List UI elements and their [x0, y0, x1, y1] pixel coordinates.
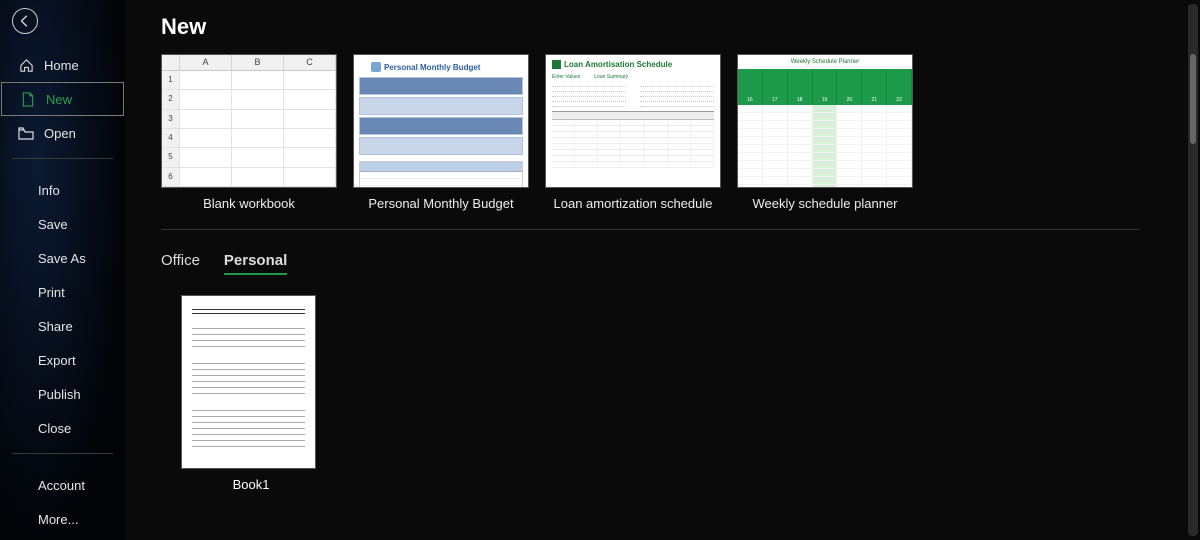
new-file-icon: [20, 92, 36, 107]
template-thumbnail: Weekly Schedule Planner 16 17 18 19 20 2…: [737, 54, 913, 188]
template-thumbnail: A B C 1 2 3 4 5 6: [161, 54, 337, 188]
folder-open-icon: [18, 127, 34, 140]
sidebar-item-label: Close: [38, 421, 71, 436]
page-title: New: [161, 14, 1140, 40]
sidebar-account-nav: Account More...: [0, 468, 125, 536]
template-gallery-row: A B C 1 2 3 4 5 6 Blank workbook: [161, 54, 1140, 230]
tab-personal[interactable]: Personal: [224, 252, 287, 275]
sidebar-item-account[interactable]: Account: [0, 468, 125, 502]
main-panel: New A B C 1 2 3 4 5: [125, 0, 1200, 540]
template-source-tabs: Office Personal: [161, 252, 1140, 275]
template-label: Personal Monthly Budget: [353, 196, 529, 211]
sidebar-item-publish[interactable]: Publish: [0, 377, 125, 411]
sidebar-divider: [12, 158, 113, 159]
template-thumbnail: Personal Monthly Budget: [353, 54, 529, 188]
template-label: Loan amortization schedule: [545, 196, 721, 211]
template-label: Weekly schedule planner: [737, 196, 913, 211]
template-thumbnail: Loan Amortisation Schedule Enter ValuesL…: [545, 54, 721, 188]
sidebar-item-label: Account: [38, 478, 85, 493]
sidebar-divider: [12, 453, 113, 454]
col-header: B: [232, 55, 284, 70]
sidebar-item-label: Info: [38, 183, 60, 198]
template-thumbnail: [181, 295, 316, 469]
sidebar-item-save-as[interactable]: Save As: [0, 241, 125, 275]
sidebar-item-label: New: [46, 92, 72, 107]
template-card-blank-workbook[interactable]: A B C 1 2 3 4 5 6 Blank workbook: [161, 54, 337, 211]
sidebar-item-label: Publish: [38, 387, 81, 402]
sidebar-file-actions: Info Save Save As Print Share Export Pub…: [0, 173, 125, 445]
sidebar-item-label: Save: [38, 217, 68, 232]
template-label: Book1: [181, 477, 321, 492]
vertical-scrollbar[interactable]: [1188, 4, 1198, 536]
template-card-personal-monthly-budget[interactable]: Personal Monthly Budget Personal Monthly…: [353, 54, 529, 211]
sidebar-item-share[interactable]: Share: [0, 309, 125, 343]
sidebar-item-new[interactable]: New: [1, 82, 124, 116]
template-label: Blank workbook: [161, 196, 337, 211]
sidebar-item-label: Share: [38, 319, 73, 334]
tab-office[interactable]: Office: [161, 252, 200, 275]
sidebar-item-open[interactable]: Open: [0, 116, 125, 150]
sidebar-item-home[interactable]: Home: [0, 48, 125, 82]
personal-template-row: Book1: [161, 295, 1140, 492]
back-button[interactable]: [12, 8, 38, 34]
col-header: C: [284, 55, 336, 70]
sidebar-item-more[interactable]: More...: [0, 502, 125, 536]
sidebar-item-info[interactable]: Info: [0, 173, 125, 207]
personal-template-card-book1[interactable]: Book1: [181, 295, 321, 492]
sidebar-item-close[interactable]: Close: [0, 411, 125, 445]
template-card-weekly-schedule-planner[interactable]: Weekly Schedule Planner 16 17 18 19 20 2…: [737, 54, 913, 211]
template-card-loan-amortization[interactable]: Loan Amortisation Schedule Enter ValuesL…: [545, 54, 721, 211]
sidebar-item-label: Print: [38, 285, 65, 300]
backstage-sidebar: Home New Open Info Save Save As Print Sh…: [0, 0, 125, 540]
col-header: A: [180, 55, 232, 70]
sidebar-item-print[interactable]: Print: [0, 275, 125, 309]
sidebar-item-save[interactable]: Save: [0, 207, 125, 241]
sidebar-primary-nav: Home New Open: [0, 48, 125, 150]
sidebar-item-label: Export: [38, 353, 76, 368]
arrow-left-icon: [18, 14, 32, 28]
sidebar-item-label: Open: [44, 126, 76, 141]
sidebar-item-label: More...: [38, 512, 78, 527]
sidebar-item-label: Save As: [38, 251, 86, 266]
home-icon: [18, 58, 34, 73]
sidebar-item-label: Home: [44, 58, 79, 73]
sidebar-item-export[interactable]: Export: [0, 343, 125, 377]
